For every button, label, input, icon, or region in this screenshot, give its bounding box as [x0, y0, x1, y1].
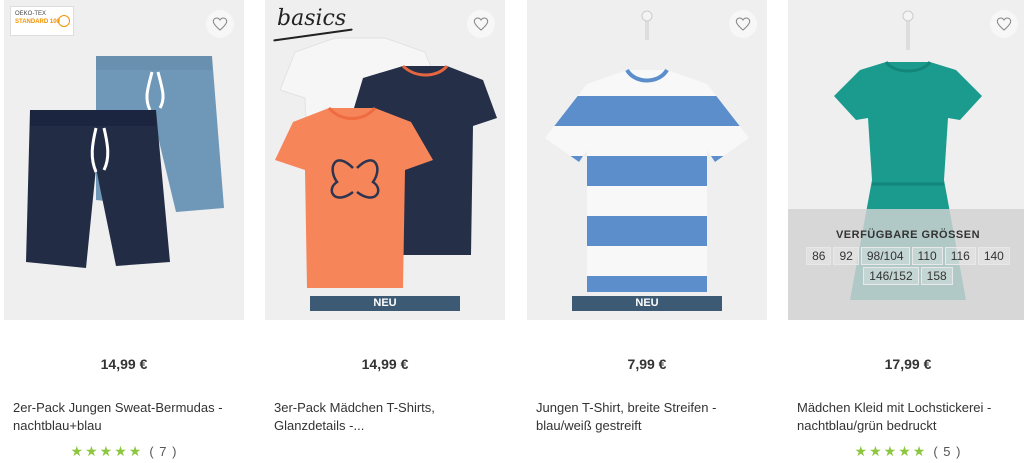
product-title[interactable]: 3er-Pack Mädchen T-Shirts, Glanzdetails …	[274, 399, 499, 435]
rating-stars: ★★★★★	[854, 443, 928, 459]
product-rating[interactable]: ★★★★★ ( 7 )	[4, 443, 244, 460]
heart-icon	[996, 17, 1012, 31]
product-card[interactable]: OEKO-TEX STANDARD 100 14,99 € 2er-Pack J…	[4, 0, 244, 463]
product-image-tshirts	[275, 37, 497, 288]
product-title[interactable]: Mädchen Kleid mit Lochstickerei - nachtb…	[797, 399, 1022, 435]
product-image-bermudas	[26, 56, 224, 268]
new-badge: NEU	[310, 296, 460, 311]
heart-icon	[735, 17, 751, 31]
oeko-tex-label: OEKO-TEX STANDARD 100	[10, 6, 74, 36]
product-rating[interactable]: ★★★★★ ( 5 )	[788, 443, 1024, 460]
product-card[interactable]: basics NEU 14,99 € 3er-Pack Mädchen T-Sh…	[265, 0, 505, 463]
wishlist-button[interactable]	[729, 10, 757, 38]
product-price: 17,99 €	[884, 356, 932, 372]
oeko-logo-icon	[58, 15, 70, 27]
size-option[interactable]: 92	[833, 247, 859, 265]
rating-stars: ★★★★★	[70, 443, 144, 459]
size-option[interactable]: 116	[944, 247, 976, 265]
available-sizes-overlay: VERFÜGBARE GRÖSSEN 86 92 98/104 110 116 …	[788, 209, 1024, 320]
wishlist-button[interactable]	[206, 10, 234, 38]
product-image[interactable]: basics NEU	[265, 0, 505, 320]
size-option[interactable]: 158	[920, 267, 953, 285]
size-option[interactable]: 146/152	[863, 267, 919, 285]
new-badge: NEU	[572, 296, 722, 311]
product-price: 7,99 €	[627, 356, 667, 372]
size-option[interactable]: 110	[911, 247, 943, 265]
product-card[interactable]: NEU 7,99 € Jungen T-Shirt, breite Streif…	[527, 0, 767, 463]
product-image[interactable]: NEU	[527, 0, 767, 320]
rating-count: ( 7 )	[149, 444, 178, 459]
product-title[interactable]: 2er-Pack Jungen Sweat-Bermudas - nachtbl…	[13, 399, 238, 435]
sizes-title: VERFÜGBARE GRÖSSEN	[835, 229, 981, 241]
size-option[interactable]: 86	[806, 247, 832, 265]
size-option[interactable]: 98/104	[860, 247, 910, 265]
product-card[interactable]: VERFÜGBARE GRÖSSEN 86 92 98/104 110 116 …	[788, 0, 1024, 463]
product-price: 14,99 €	[361, 356, 409, 372]
sizes-row-2: 146/152 158	[788, 267, 1024, 285]
size-option[interactable]: 140	[977, 247, 1010, 265]
product-image-striped-tshirt	[545, 10, 749, 292]
heart-icon	[473, 17, 489, 31]
wishlist-button[interactable]	[990, 10, 1018, 38]
heart-icon	[212, 17, 228, 31]
rating-count: ( 5 )	[933, 444, 962, 459]
product-image[interactable]: OEKO-TEX STANDARD 100	[4, 0, 244, 320]
product-price: 14,99 €	[100, 356, 148, 372]
basics-label: basics	[277, 6, 347, 31]
wishlist-button[interactable]	[467, 10, 495, 38]
sizes-row-1: 86 92 98/104 110 116 140	[788, 247, 1024, 265]
product-image[interactable]: VERFÜGBARE GRÖSSEN 86 92 98/104 110 116 …	[788, 0, 1024, 320]
product-title[interactable]: Jungen T-Shirt, breite Streifen - blau/w…	[536, 399, 761, 435]
